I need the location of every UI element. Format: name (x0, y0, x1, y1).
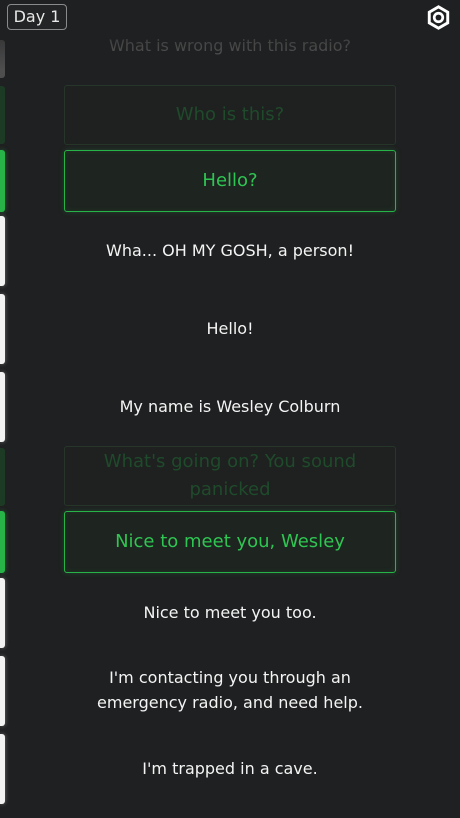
edge-marker (0, 372, 5, 442)
reply-message: My name is Wesley Colburn (119, 397, 341, 416)
edge-marker-selected (0, 511, 5, 573)
reply-message: Hello! (206, 319, 254, 338)
dialog-choice-hello[interactable]: Hello? (64, 150, 396, 212)
settings-button[interactable] (425, 4, 452, 31)
edge-marker (0, 216, 5, 286)
choice-label: What's going on? You sound panicked (103, 451, 357, 500)
faded-message: What is wrong with this radio? (108, 36, 352, 55)
day-badge: Day 1 (7, 4, 67, 30)
gear-icon (427, 5, 450, 30)
edge-marker (0, 734, 5, 804)
dialog-choice-who-is-this: Who is this? (64, 85, 396, 145)
reply-message: Nice to meet you too. (143, 603, 317, 622)
choice-label: Nice to meet you, Wesley (115, 531, 345, 552)
dialog-choice-whats-going-on: What's going on? You sound panicked (64, 446, 396, 506)
edge-marker (0, 40, 5, 78)
choice-label: Hello? (202, 170, 258, 191)
edge-marker (0, 448, 5, 506)
dialog-choice-nice-to-meet-you[interactable]: Nice to meet you, Wesley (64, 511, 396, 573)
reply-message: Wha... OH MY GOSH, a person! (106, 241, 354, 260)
reply-message: I'm trapped in a cave. (142, 759, 318, 778)
reply-message-line-2: emergency radio, and need help. (97, 693, 363, 712)
reply-message-line-1: I'm contacting you through an (109, 668, 351, 687)
edge-marker (0, 86, 5, 144)
edge-marker-selected (0, 150, 5, 212)
edge-marker (0, 294, 5, 364)
game-screen: What is wrong with this radio? Who is th… (0, 0, 460, 818)
edge-marker (0, 656, 5, 726)
edge-marker (0, 578, 5, 648)
choice-label: Who is this? (175, 104, 285, 125)
